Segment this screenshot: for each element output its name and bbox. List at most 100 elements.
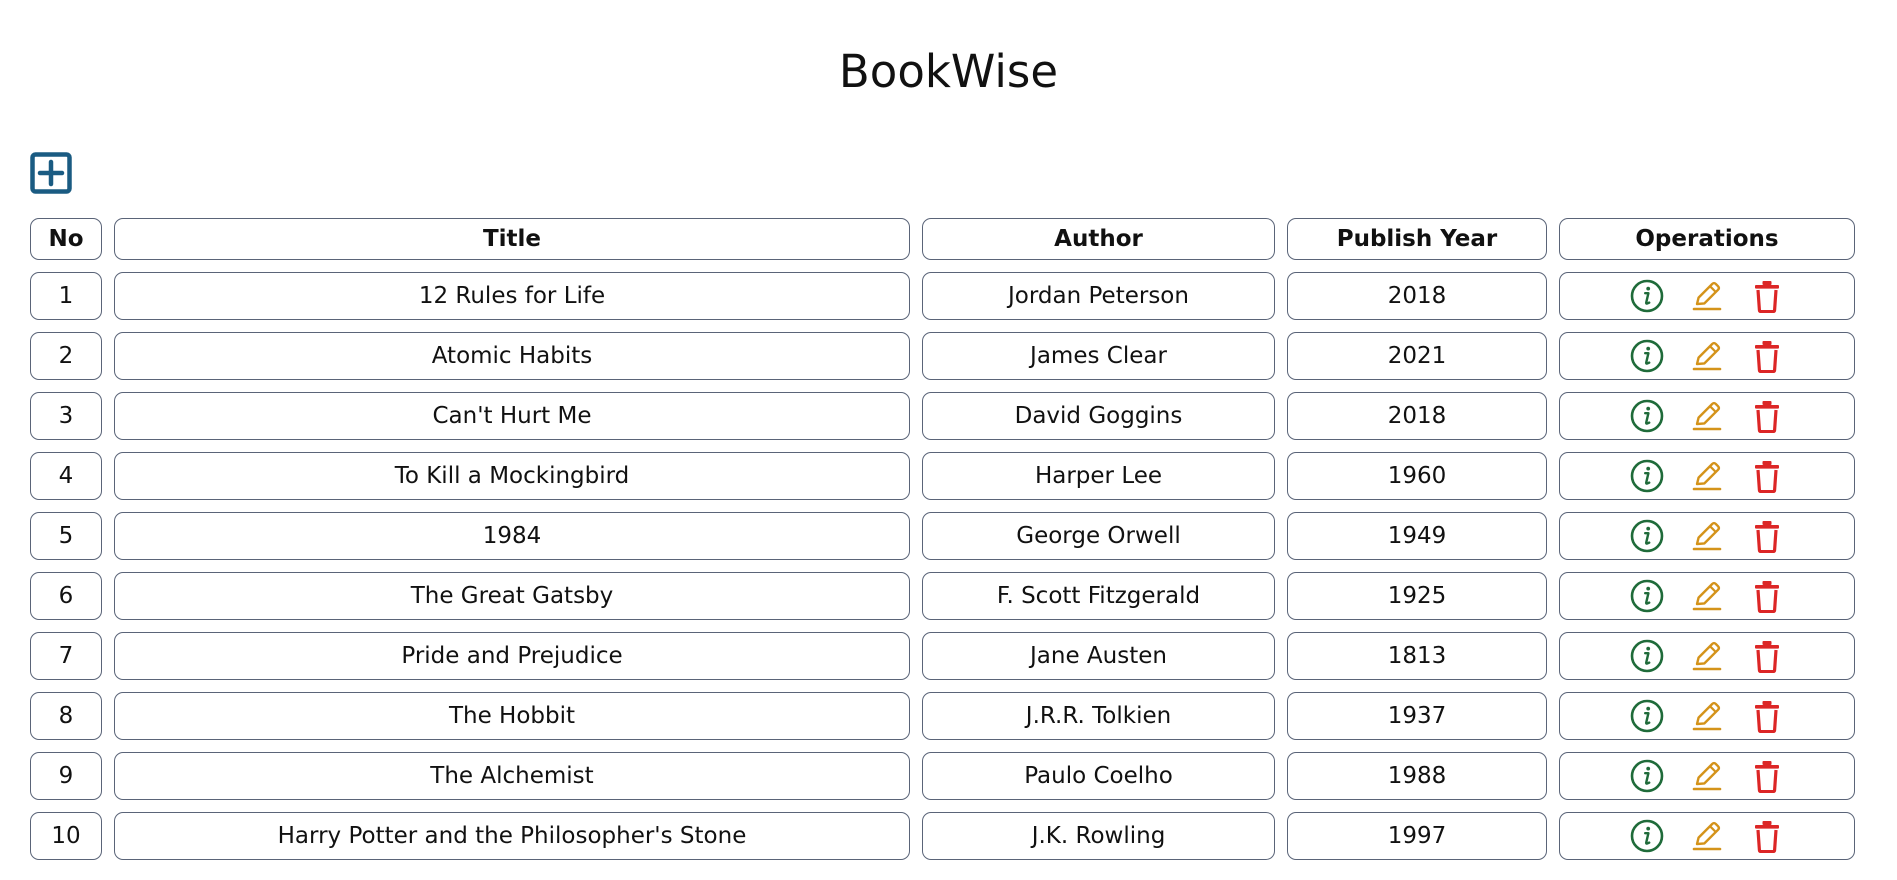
edit-button[interactable] [1690, 638, 1724, 674]
cell-title: To Kill a Mockingbird [114, 452, 910, 500]
pencil-icon [1692, 821, 1722, 851]
edit-button[interactable] [1690, 818, 1724, 854]
trash-icon [1755, 761, 1779, 793]
delete-button[interactable] [1750, 818, 1784, 854]
cell-author: George Orwell [922, 512, 1275, 560]
trash-icon [1755, 341, 1779, 373]
table-row: 2 Atomic Habits James Clear 2021 [30, 332, 1855, 380]
table-row: 8 The Hobbit J.R.R. Tolkien 1937 [30, 692, 1855, 740]
info-button[interactable] [1630, 518, 1664, 554]
edit-button[interactable] [1690, 398, 1724, 434]
cell-operations [1559, 512, 1855, 560]
trash-icon [1755, 821, 1779, 853]
cell-operations [1559, 632, 1855, 680]
cell-publish-year: 1937 [1287, 692, 1547, 740]
cell-title: Harry Potter and the Philosopher's Stone [114, 812, 910, 860]
info-button[interactable] [1630, 818, 1664, 854]
operations-group [1560, 518, 1854, 554]
cell-no: 7 [30, 632, 102, 680]
cell-operations [1559, 812, 1855, 860]
cell-author: Jane Austen [922, 632, 1275, 680]
info-button[interactable] [1630, 638, 1664, 674]
info-button[interactable] [1630, 578, 1664, 614]
delete-button[interactable] [1750, 398, 1784, 434]
delete-button[interactable] [1750, 278, 1784, 314]
cell-operations [1559, 752, 1855, 800]
info-circle-icon [1630, 759, 1664, 793]
cell-no: 2 [30, 332, 102, 380]
header-title: Title [114, 218, 910, 260]
cell-operations [1559, 392, 1855, 440]
delete-button[interactable] [1750, 698, 1784, 734]
trash-icon [1755, 461, 1779, 493]
edit-button[interactable] [1690, 518, 1724, 554]
info-circle-icon [1630, 699, 1664, 733]
table-body: 1 12 Rules for Life Jordan Peterson 2018 [30, 272, 1855, 860]
cell-operations [1559, 332, 1855, 380]
delete-button[interactable] [1750, 578, 1784, 614]
delete-button[interactable] [1750, 338, 1784, 374]
cell-title: The Hobbit [114, 692, 910, 740]
pencil-icon [1692, 401, 1722, 431]
trash-icon [1755, 521, 1779, 553]
cell-publish-year: 1988 [1287, 752, 1547, 800]
trash-icon [1755, 701, 1779, 733]
cell-title: The Great Gatsby [114, 572, 910, 620]
edit-button[interactable] [1690, 458, 1724, 494]
info-circle-icon [1630, 819, 1664, 853]
header-publish-year: Publish Year [1287, 218, 1547, 260]
cell-publish-year: 2018 [1287, 272, 1547, 320]
cell-author: David Goggins [922, 392, 1275, 440]
cell-operations [1559, 692, 1855, 740]
cell-publish-year: 1949 [1287, 512, 1547, 560]
info-button[interactable] [1630, 698, 1664, 734]
trash-icon [1755, 641, 1779, 673]
operations-group [1560, 458, 1854, 494]
info-circle-icon [1630, 519, 1664, 553]
operations-group [1560, 638, 1854, 674]
pencil-icon [1692, 761, 1722, 791]
edit-button[interactable] [1690, 758, 1724, 794]
cell-no: 5 [30, 512, 102, 560]
edit-button[interactable] [1690, 278, 1724, 314]
table-row: 5 1984 George Orwell 1949 [30, 512, 1855, 560]
table-row: 10 Harry Potter and the Philosopher's St… [30, 812, 1855, 860]
delete-button[interactable] [1750, 758, 1784, 794]
edit-button[interactable] [1690, 698, 1724, 734]
info-button[interactable] [1630, 278, 1664, 314]
operations-group [1560, 338, 1854, 374]
pencil-icon [1692, 281, 1722, 311]
table-row: 7 Pride and Prejudice Jane Austen 1813 [30, 632, 1855, 680]
delete-button[interactable] [1750, 518, 1784, 554]
header-author: Author [922, 218, 1275, 260]
cell-no: 9 [30, 752, 102, 800]
cell-title: Atomic Habits [114, 332, 910, 380]
delete-button[interactable] [1750, 458, 1784, 494]
operations-group [1560, 818, 1854, 854]
trash-icon [1755, 281, 1779, 313]
cell-author: James Clear [922, 332, 1275, 380]
cell-operations [1559, 452, 1855, 500]
edit-button[interactable] [1690, 578, 1724, 614]
edit-button[interactable] [1690, 338, 1724, 374]
cell-no: 10 [30, 812, 102, 860]
info-button[interactable] [1630, 338, 1664, 374]
delete-button[interactable] [1750, 638, 1784, 674]
cell-title: The Alchemist [114, 752, 910, 800]
cell-author: Harper Lee [922, 452, 1275, 500]
table-header-row: No Title Author Publish Year Operations [30, 218, 1855, 260]
add-book-button[interactable] [30, 152, 72, 194]
pencil-icon [1692, 641, 1722, 671]
info-button[interactable] [1630, 458, 1664, 494]
info-circle-icon [1630, 279, 1664, 313]
info-button[interactable] [1630, 398, 1664, 434]
table-row: 4 To Kill a Mockingbird Harper Lee 1960 [30, 452, 1855, 500]
info-circle-icon [1630, 399, 1664, 433]
pencil-icon [1692, 701, 1722, 731]
info-button[interactable] [1630, 758, 1664, 794]
table-row: 9 The Alchemist Paulo Coelho 1988 [30, 752, 1855, 800]
cell-publish-year: 1997 [1287, 812, 1547, 860]
cell-publish-year: 2021 [1287, 332, 1547, 380]
cell-title: 1984 [114, 512, 910, 560]
cell-title: Can't Hurt Me [114, 392, 910, 440]
